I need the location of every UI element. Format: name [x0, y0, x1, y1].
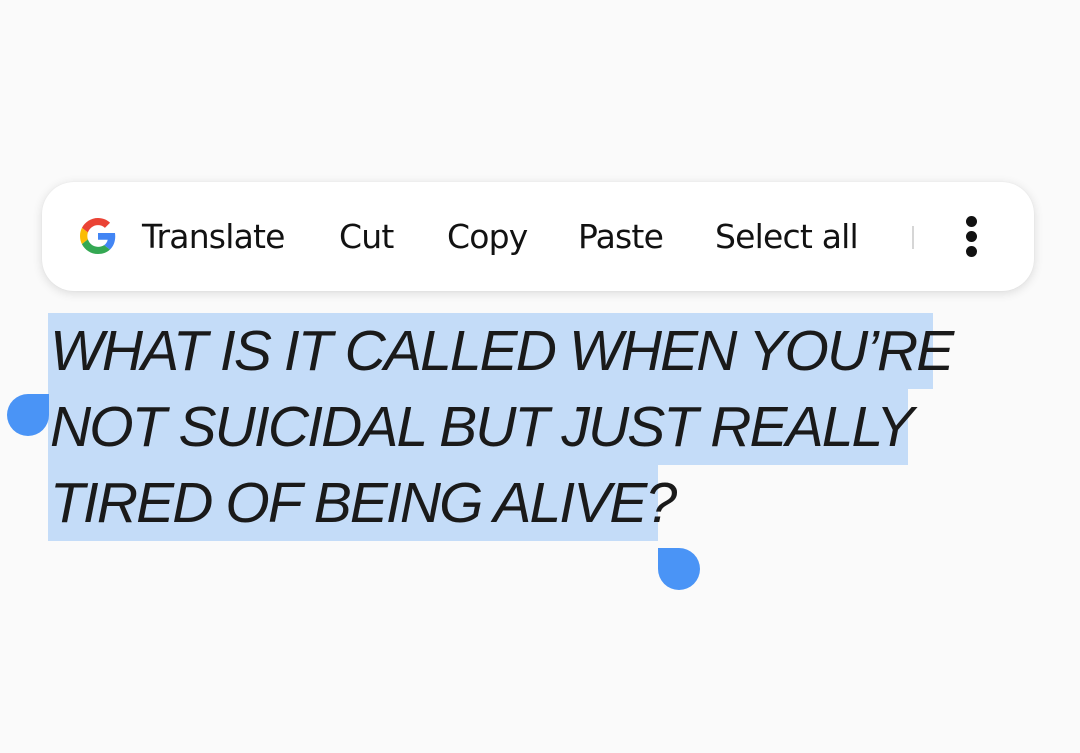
selected-text-line[interactable]: WHAT IS IT CALLED WHEN YOU’RE [48, 313, 954, 389]
toolbar-divider [912, 226, 914, 249]
selected-text-line[interactable]: TIRED OF BEING ALIVE? [48, 465, 677, 541]
translate-button[interactable]: Translate [142, 182, 285, 291]
copy-button[interactable]: Copy [447, 182, 528, 291]
text-line-3: TIRED OF BEING ALIVE? [50, 471, 677, 535]
more-vertical-icon [966, 216, 977, 227]
select-all-button[interactable]: Select all [715, 182, 859, 291]
selection-end-handle[interactable] [658, 548, 700, 590]
cut-button[interactable]: Cut [339, 182, 394, 291]
more-options-button[interactable] [948, 206, 996, 268]
text-selection-toolbar: Translate Cut Copy Paste Select all [42, 182, 1034, 291]
selected-text-line[interactable]: NOT SUICIDAL BUT JUST REALLY [48, 389, 914, 465]
paste-button[interactable]: Paste [578, 182, 664, 291]
text-line-2: NOT SUICIDAL BUT JUST REALLY [50, 395, 914, 459]
google-g-icon[interactable] [80, 218, 116, 254]
selection-start-handle[interactable] [7, 394, 49, 436]
text-line-1: WHAT IS IT CALLED WHEN YOU’RE [50, 319, 954, 383]
